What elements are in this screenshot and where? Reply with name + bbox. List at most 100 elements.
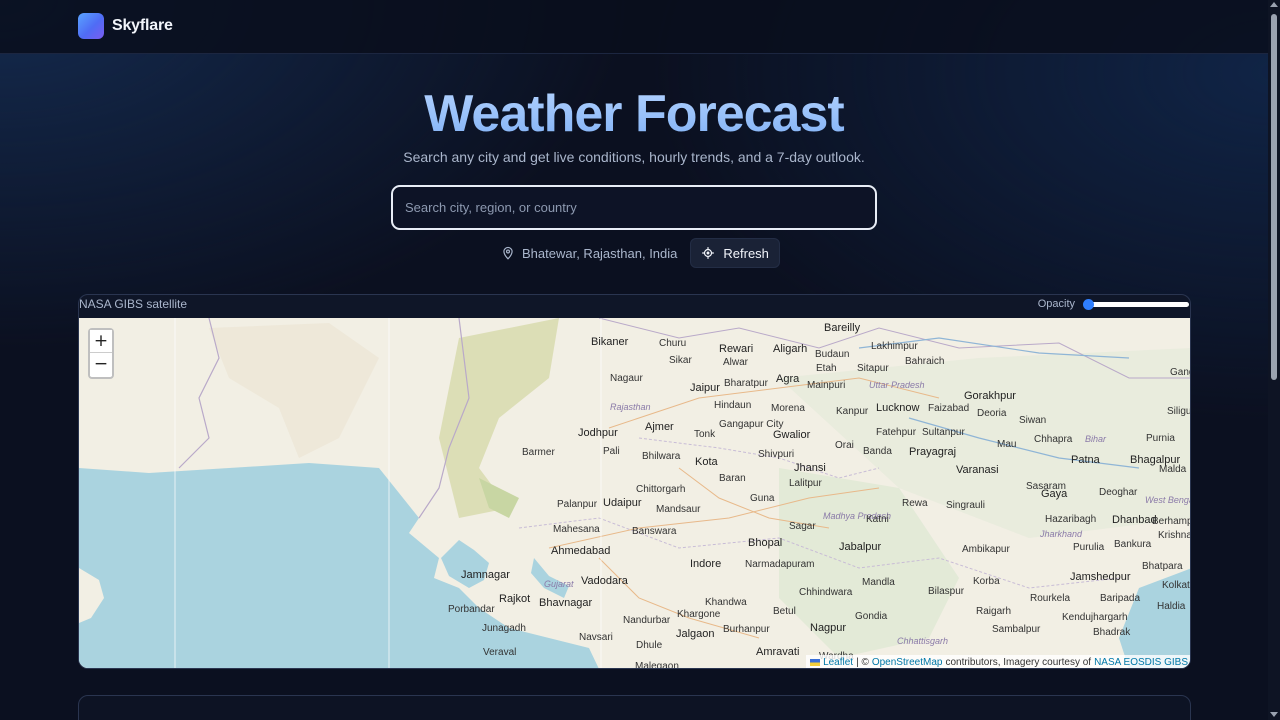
city-label: Nagpur <box>810 622 847 634</box>
ukraine-flag-icon <box>810 658 821 666</box>
page-subtitle: Search any city and get live conditions,… <box>403 149 865 165</box>
refresh-button[interactable]: Refresh <box>690 238 780 268</box>
city-label: Singrauli <box>946 500 985 511</box>
city-label: Prayagraj <box>909 446 957 458</box>
city-label: Chittorgarh <box>636 484 686 495</box>
city-label: Indore <box>690 558 722 570</box>
map-header: NASA GIBS satellite Opacity <box>79 295 1190 318</box>
city-label: Jharkhand <box>1040 529 1083 539</box>
city-label: Navsari <box>579 632 613 643</box>
city-label: Bhilwara <box>642 451 681 462</box>
city-label: Gorakhpur <box>964 390 1016 402</box>
city-label: Sikar <box>669 355 692 366</box>
city-label: Orai <box>835 440 854 451</box>
city-label: Gang <box>1170 367 1190 378</box>
city-label: Baripada <box>1100 593 1141 604</box>
city-label: Chhindwara <box>799 587 853 598</box>
top-navbar: Skyflare <box>0 0 1268 54</box>
city-label: Ajmer <box>645 421 674 433</box>
city-label: Lucknow <box>876 402 920 414</box>
city-label: Aligarh <box>773 343 808 355</box>
city-label: Burhanpur <box>723 624 770 635</box>
city-label: Vadodara <box>581 575 628 587</box>
city-label: Amravati <box>756 646 800 658</box>
osm-link[interactable]: OpenStreetMap <box>872 657 943 668</box>
city-label: Jamshedpur <box>1070 571 1131 583</box>
city-label: Jabalpur <box>839 541 882 553</box>
zoom-in-button[interactable]: + <box>90 330 112 353</box>
city-label: Jalgaon <box>676 628 715 640</box>
location-text: Bhatewar, Rajasthan, India <box>522 245 678 261</box>
city-label: Bikaner <box>591 336 629 348</box>
map-attribution: Leaflet | © OpenStreetMap contributors, … <box>806 655 1190 668</box>
city-label: Korba <box>973 576 1000 587</box>
scrollbar-thumb[interactable] <box>1271 14 1277 380</box>
city-label: Veraval <box>483 647 517 658</box>
opacity-slider[interactable] <box>1083 299 1189 310</box>
city-label: Kota <box>695 456 718 468</box>
search-box <box>391 185 877 230</box>
city-label: Siwan <box>1019 415 1047 426</box>
city-label: Malda <box>1159 464 1187 475</box>
city-label: Rajkot <box>499 593 531 605</box>
city-label: Bharatpur <box>724 378 768 389</box>
city-label: Mandsaur <box>656 504 701 515</box>
city-label: Agra <box>776 373 800 385</box>
current-location: Bhatewar, Rajasthan, India <box>501 246 677 261</box>
city-label: Dhanbad <box>1112 514 1157 526</box>
city-label: Palanpur <box>557 499 598 510</box>
city-label: Malegaon <box>635 661 679 669</box>
opacity-slider-track <box>1087 302 1189 307</box>
city-label: Katni <box>866 514 889 525</box>
city-label: Bilaspur <box>928 586 965 597</box>
city-label: Etah <box>816 363 837 374</box>
city-label: Tonk <box>694 429 716 440</box>
opacity-slider-thumb[interactable] <box>1083 299 1094 310</box>
city-label: Haldia <box>1157 601 1186 612</box>
city-label: Bhopal <box>748 537 783 549</box>
refresh-label: Refresh <box>723 245 769 261</box>
page-scrollbar[interactable] <box>1268 0 1280 720</box>
city-label: Mahesana <box>553 524 600 535</box>
forecast-card <box>78 695 1191 720</box>
map-view[interactable]: Bikaner Churu Rewari Aligarh Bareilly Lakhimp… <box>79 318 1191 669</box>
city-label: Pali <box>603 446 620 457</box>
city-label: Baran <box>719 473 746 484</box>
city-label: Jamnagar <box>461 569 510 581</box>
city-label: Varanasi <box>956 464 999 476</box>
city-label: Budaun <box>815 349 850 360</box>
city-label: Banswara <box>632 526 677 537</box>
city-label: Dhule <box>636 640 663 651</box>
city-label: Gondia <box>855 611 888 622</box>
city-label: Kendujhargarh <box>1062 612 1128 623</box>
brand[interactable]: Skyflare <box>78 13 173 39</box>
city-label: Deoghar <box>1099 487 1138 498</box>
city-label: Gwalior <box>773 429 811 441</box>
city-label: West Bengal <box>1145 495 1191 505</box>
city-label: Churu <box>659 338 687 349</box>
city-label: Bhatpara <box>1142 561 1183 572</box>
city-label: Rourkela <box>1030 593 1071 604</box>
map-card: NASA GIBS satellite Opacity Bikaner Chur… <box>78 294 1191 669</box>
city-label: Shivpuri <box>758 449 795 460</box>
city-label: Sagar <box>789 521 816 532</box>
city-label: Ahmedabad <box>551 545 611 557</box>
city-label: Udaipur <box>603 497 642 509</box>
city-label: Gujarat <box>544 579 574 589</box>
city-label: Bareilly <box>824 322 861 334</box>
city-label: Chhattisgarh <box>897 636 949 646</box>
zoom-out-button[interactable]: − <box>90 353 112 376</box>
city-label: Hazaribagh <box>1045 514 1097 525</box>
search-input[interactable] <box>393 187 875 228</box>
city-label: Rajasthan <box>610 402 651 412</box>
city-label: Morena <box>771 403 805 414</box>
leaflet-link[interactable]: Leaflet <box>823 657 853 668</box>
nasa-gibs-link[interactable]: NASA EOSDIS GIBS <box>1094 657 1188 668</box>
scroll-down-icon[interactable] <box>1270 712 1278 717</box>
city-label: Jhansi <box>794 462 826 474</box>
scroll-up-icon[interactable] <box>1270 2 1278 7</box>
city-label: Berhampo <box>1152 516 1190 527</box>
city-label: Bihar <box>1085 434 1107 444</box>
city-label: Narmadapuram <box>745 559 815 570</box>
city-label: Lakhimpur <box>871 341 918 352</box>
